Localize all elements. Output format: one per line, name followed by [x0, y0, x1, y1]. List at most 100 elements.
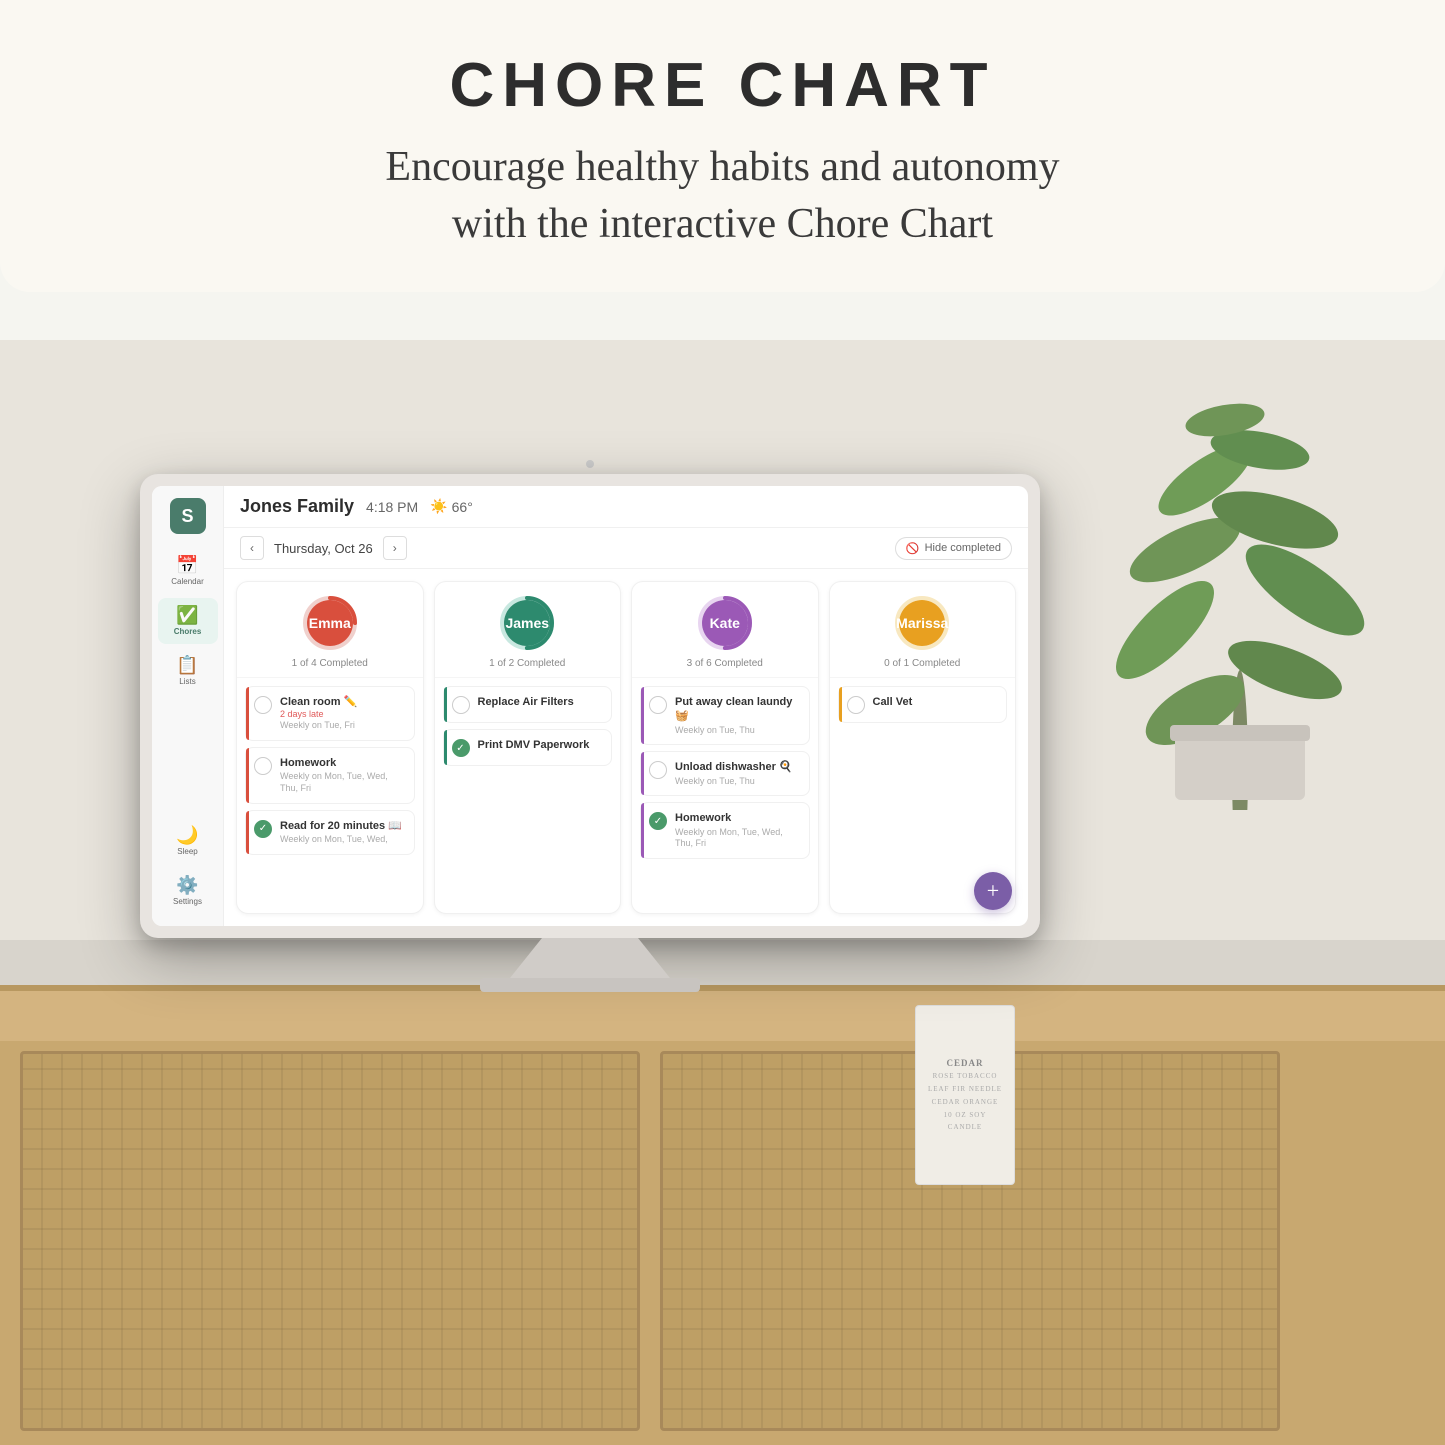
sidebar-label-lists: Lists — [179, 677, 195, 686]
family-name: Jones Family — [240, 496, 354, 517]
monitor-camera — [586, 460, 594, 468]
chore-item[interactable]: Put away clean laundy 🧺Weekly on Tue, Th… — [640, 686, 810, 745]
avatar-james: James — [504, 600, 550, 646]
chore-info: Unload dishwasher 🍳 Weekly on Tue, Thu — [675, 760, 801, 787]
chore-info: Put away clean laundy 🧺Weekly on Tue, Th… — [675, 695, 801, 736]
plant-svg — [1065, 390, 1415, 810]
nav-date: Thursday, Oct 26 — [274, 541, 373, 556]
chore-checkbox[interactable]: ✓ — [254, 820, 272, 838]
chore-late: 2 days late — [280, 709, 406, 719]
completion-text-kate: 3 of 6 Completed — [687, 658, 763, 669]
chore-schedule: Weekly on Mon, Tue, Wed, Thu, Fri — [280, 771, 406, 794]
chore-checkbox[interactable]: ✓ — [452, 739, 470, 757]
chore-column-marissa: Marissa 0 of 1 Completed Call Vet — [829, 581, 1017, 914]
scene: Cedar ROSE TOBACCO LEAF FIR NEEDLE CEDAR… — [0, 340, 1445, 1445]
candle-body: Cedar ROSE TOBACCO LEAF FIR NEEDLE CEDAR… — [915, 1005, 1015, 1185]
calendar-icon: 📅 — [176, 556, 198, 574]
avatar-marissa: Marissa — [899, 600, 945, 646]
eye-off-icon: 🚫 — [906, 542, 920, 555]
dresser-surface — [0, 991, 1445, 1041]
monitor-stand — [510, 938, 670, 978]
chore-info: Replace Air Filters — [478, 695, 604, 709]
sidebar-label-sleep: Sleep — [177, 847, 197, 856]
monitor: S 📅 Calendar ✅ Chores 📋 Lists — [140, 460, 1040, 992]
column-header-emma: Emma 1 of 4 Completed — [237, 582, 423, 678]
chore-name: Call Vet — [873, 695, 999, 709]
chore-name: Replace Air Filters — [478, 695, 604, 709]
sidebar-item-lists[interactable]: 📋 Lists — [158, 648, 218, 694]
drawer-weave-left — [23, 1054, 637, 1428]
chore-schedule: Weekly on Mon, Tue, Wed, — [280, 834, 406, 846]
chore-item[interactable]: HomeworkWeekly on Mon, Tue, Wed, Thu, Fr… — [245, 747, 415, 804]
dresser — [0, 985, 1445, 1445]
prev-arrow[interactable]: ‹ — [240, 536, 264, 560]
chore-schedule: Weekly on Tue, Thu — [675, 776, 801, 788]
chore-item[interactable]: ✓ Print DMV Paperwork — [443, 729, 613, 766]
chore-item[interactable]: Call Vet — [838, 686, 1008, 723]
chore-name: Homework — [675, 811, 801, 825]
app-ui: S 📅 Calendar ✅ Chores 📋 Lists — [152, 486, 1028, 926]
sidebar-item-settings[interactable]: ⚙️ Settings — [158, 868, 218, 914]
drawer-left — [20, 1051, 640, 1431]
chore-info: Print DMV Paperwork — [478, 738, 604, 752]
chore-schedule: Weekly on Mon, Tue, Wed, Thu, Fri — [675, 827, 801, 850]
sidebar-item-chores[interactable]: ✅ Chores — [158, 598, 218, 644]
avatar-ring-james: James — [498, 594, 556, 652]
header-time: 4:18 PM — [366, 499, 418, 515]
chore-checkbox[interactable] — [254, 757, 272, 775]
chore-column-emma: Emma 1 of 4 Completed Clean room ✏️2 day… — [236, 581, 424, 914]
temperature: 66° — [452, 499, 473, 515]
chore-name: Unload dishwasher 🍳 — [675, 760, 801, 774]
sidebar-item-sleep[interactable]: 🌙 Sleep — [158, 818, 218, 864]
chore-column-james: James 1 of 2 Completed Replace Air Filte… — [434, 581, 622, 914]
chore-checkbox[interactable] — [649, 696, 667, 714]
chore-name: Put away clean laundy 🧺 — [675, 695, 801, 724]
avatar-emma: Emma — [307, 600, 353, 646]
chore-item[interactable]: ✓ Read for 20 minutes 📖Weekly on Mon, Tue… — [245, 810, 415, 855]
hide-completed-button[interactable]: 🚫 Hide completed — [895, 537, 1012, 560]
column-header-marissa: Marissa 0 of 1 Completed — [830, 582, 1016, 678]
app-header: Jones Family 4:18 PM ☀️ 66° — [224, 486, 1028, 528]
chores-icon: ✅ — [176, 606, 198, 624]
chore-schedule: Weekly on Tue, Fri — [280, 720, 406, 732]
completion-text-james: 1 of 2 Completed — [489, 658, 565, 669]
sleep-icon: 🌙 — [176, 826, 198, 844]
chore-name: Read for 20 minutes 📖 — [280, 819, 406, 833]
monitor-outer: S 📅 Calendar ✅ Chores 📋 Lists — [140, 474, 1040, 938]
sidebar-label-chores: Chores — [174, 627, 202, 636]
candle-decoration: Cedar ROSE TOBACCO LEAF FIR NEEDLE CEDAR… — [905, 965, 1025, 1185]
chore-item[interactable]: Unload dishwasher 🍳 Weekly on Tue, Thu — [640, 751, 810, 796]
column-header-kate: Kate 3 of 6 Completed — [632, 582, 818, 678]
sidebar-label-settings: Settings — [173, 897, 202, 906]
chore-info: HomeworkWeekly on Mon, Tue, Wed, Thu, Fr… — [280, 756, 406, 795]
next-arrow[interactable]: › — [383, 536, 407, 560]
chore-checkbox[interactable]: ✓ — [649, 812, 667, 830]
sidebar-item-calendar[interactable]: 📅 Calendar — [158, 548, 218, 594]
chore-info: Call Vet — [873, 695, 999, 709]
chore-list-james: Replace Air Filters ✓ Print DMV Paperwork — [435, 678, 621, 913]
chore-checkbox[interactable] — [254, 696, 272, 714]
chore-item[interactable]: ✓ Homework Weekly on Mon, Tue, Wed, Thu, F… — [640, 802, 810, 859]
monitor-screen: S 📅 Calendar ✅ Chores 📋 Lists — [152, 486, 1028, 926]
add-chore-button[interactable]: + — [974, 872, 1012, 910]
plant-decoration — [1065, 390, 1415, 940]
column-header-james: James 1 of 2 Completed — [435, 582, 621, 678]
chore-checkbox[interactable] — [452, 696, 470, 714]
chore-checkbox[interactable] — [847, 696, 865, 714]
chore-item[interactable]: Clean room ✏️2 days lateWeekly on Tue, F… — [245, 686, 415, 741]
banner-subtitle: Encourage healthy habits and autonomy wi… — [80, 139, 1365, 252]
chore-item[interactable]: Replace Air Filters — [443, 686, 613, 723]
chore-name: Print DMV Paperwork — [478, 738, 604, 752]
sidebar: S 📅 Calendar ✅ Chores 📋 Lists — [152, 486, 224, 926]
top-banner: CHORE CHART Encourage healthy habits and… — [0, 0, 1445, 292]
chore-name: Homework — [280, 756, 406, 770]
banner-title: CHORE CHART — [80, 50, 1365, 121]
main-content: Jones Family 4:18 PM ☀️ 66° ‹ Thursday, … — [224, 486, 1028, 926]
chore-checkbox[interactable] — [649, 761, 667, 779]
candle-brand: Cedar ROSE TOBACCO LEAF FIR NEEDLE CEDAR… — [926, 1057, 1004, 1134]
sidebar-logo: S — [170, 498, 206, 534]
completion-text-emma: 1 of 4 Completed — [292, 658, 368, 669]
chore-schedule: Weekly on Tue, Thu — [675, 725, 801, 737]
completion-text-marissa: 0 of 1 Completed — [884, 658, 960, 669]
avatar-kate: Kate — [702, 600, 748, 646]
